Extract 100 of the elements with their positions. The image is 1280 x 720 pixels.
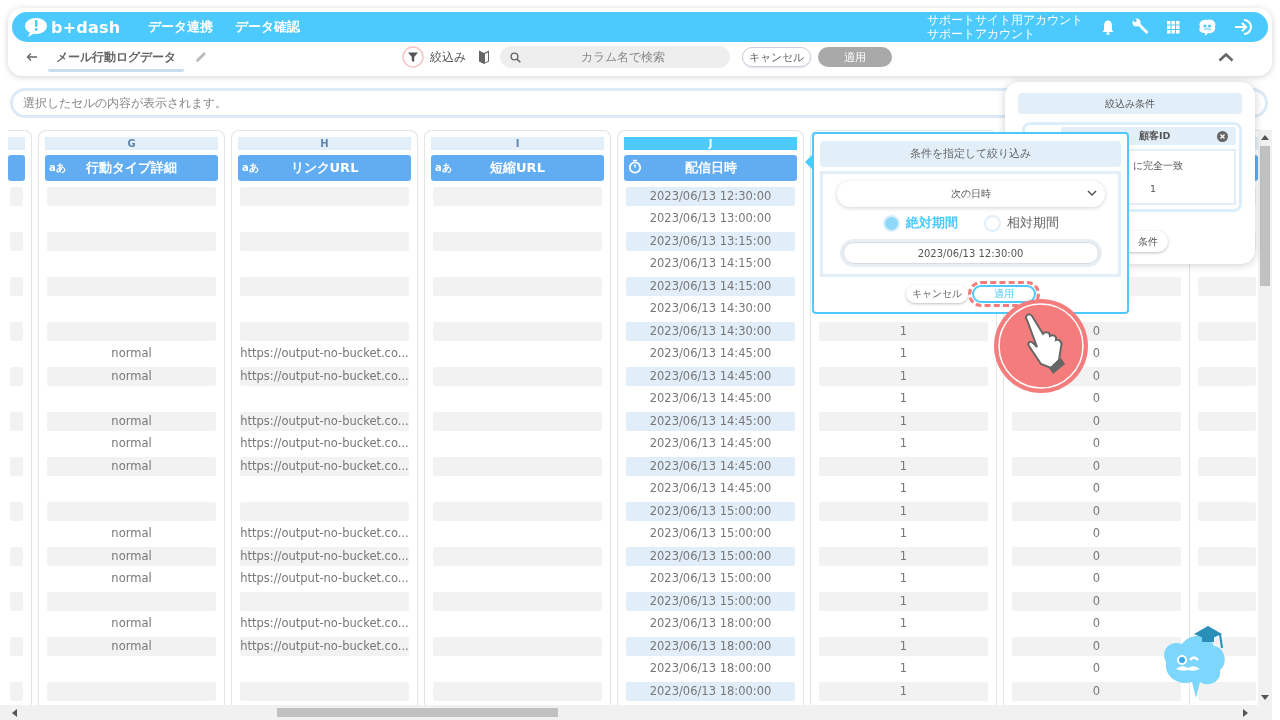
table-cell-text: 0 bbox=[1091, 480, 1102, 498]
table-cell: normal bbox=[47, 366, 216, 386]
column-header[interactable]: aあ リンクURL bbox=[238, 155, 411, 181]
data-title: メール行動ログデータ bbox=[48, 46, 184, 72]
table-cell: 1 bbox=[819, 501, 988, 521]
table-cell: 1 bbox=[819, 456, 988, 476]
column-letter[interactable]: J bbox=[624, 137, 797, 150]
table-cell-text: 2023/06/13 14:30:00 bbox=[648, 300, 773, 318]
table-cell: 1 bbox=[819, 681, 988, 701]
table-cell: 1 bbox=[819, 411, 988, 431]
table-cell: https://output-no-bucket.co... bbox=[240, 636, 409, 656]
table-cell: 2023/06/13 14:45:00 bbox=[626, 411, 795, 431]
table-cell-text: 0 bbox=[1091, 615, 1102, 633]
cancel-button[interactable]: キャンセル bbox=[742, 47, 811, 67]
table-cell: normal bbox=[47, 456, 216, 476]
operator-dropdown[interactable]: 次の日時 bbox=[836, 181, 1105, 207]
nav-link[interactable]: データ連携 bbox=[148, 18, 214, 36]
table-cell-text: 1 bbox=[898, 660, 909, 678]
column-letter[interactable]: H bbox=[238, 137, 411, 150]
table-cell-text: https://output-no-bucket.co... bbox=[240, 345, 409, 363]
nav-link[interactable]: データ確認 bbox=[235, 18, 301, 36]
table-cell: https://output-no-bucket.co... bbox=[240, 546, 409, 566]
table-cell: 0 bbox=[1012, 591, 1181, 611]
table-cell: normal bbox=[47, 636, 216, 656]
type-mark: aあ bbox=[48, 161, 67, 175]
panel-title: 絞込み条件 bbox=[1018, 93, 1242, 114]
search-field[interactable]: カラム名で検索 bbox=[500, 46, 730, 68]
table-cell-text: normal bbox=[110, 345, 153, 363]
table-cell-text: https://output-no-bucket.co... bbox=[240, 525, 409, 543]
table-cell-text: normal bbox=[110, 525, 153, 543]
account-name: サポートサイト用アカウント bbox=[927, 13, 1083, 27]
table-cell-text: 0 bbox=[1091, 660, 1102, 678]
column-header[interactable]: aあ 短縮URL bbox=[431, 155, 604, 181]
table-cell-text: 1 bbox=[898, 615, 909, 633]
table-cell-text: 0 bbox=[1091, 435, 1102, 453]
column-title: 配信日時 bbox=[683, 159, 738, 177]
column-header[interactable]: aあ 行動タイプ詳細 bbox=[45, 155, 218, 181]
table-cell-text: 2023/06/13 14:45:00 bbox=[648, 390, 773, 408]
table-cell-text: 1 bbox=[898, 390, 909, 408]
table-cell-text: normal bbox=[110, 570, 153, 588]
radio-label[interactable]: 絶対期間 bbox=[905, 214, 958, 232]
table-cell: 2023/06/13 14:30:00 bbox=[626, 321, 795, 341]
table-cell-text: 2023/06/13 14:45:00 bbox=[648, 480, 773, 498]
logo-text: b+dash bbox=[51, 17, 121, 37]
table-cell-text: normal bbox=[110, 615, 153, 633]
table-cell-text: 2023/06/13 13:00:00 bbox=[648, 210, 773, 228]
condition-match: に完全一致 bbox=[1133, 160, 1184, 173]
table-cell-text: 1 bbox=[898, 435, 909, 453]
column-letter[interactable]: G bbox=[45, 137, 218, 150]
table-cell: 2023/06/13 18:00:00 bbox=[626, 681, 795, 701]
type-mark: aあ bbox=[434, 161, 453, 175]
table-cell: 2023/06/13 15:00:00 bbox=[626, 501, 795, 521]
table-cell-text: 2023/06/13 14:15:00 bbox=[648, 255, 773, 273]
table-cell: 1 bbox=[819, 546, 988, 566]
table-cell-text: 2023/06/13 18:00:00 bbox=[648, 660, 773, 678]
column-letter[interactable]: I bbox=[431, 137, 604, 150]
column-title: リンクURL bbox=[289, 159, 360, 177]
type-mark: aあ bbox=[241, 161, 260, 175]
table-cell: 1 bbox=[819, 366, 988, 386]
condition-column: 顧客ID bbox=[1139, 129, 1217, 143]
table-cell: 0 bbox=[1012, 681, 1181, 701]
table-cell: 2023/06/13 18:00:00 bbox=[626, 636, 795, 656]
column-title: 行動タイプ詳細 bbox=[85, 159, 178, 177]
table-cell-text: 2023/06/13 14:45:00 bbox=[648, 435, 773, 453]
table-cell: normal bbox=[47, 546, 216, 566]
table-cell: 2023/06/13 13:15:00 bbox=[626, 231, 795, 251]
table-cell-text: 2023/06/13 15:00:00 bbox=[648, 570, 773, 588]
table-cell: 2023/06/13 14:15:00 bbox=[626, 276, 795, 296]
table-cell-text: https://output-no-bucket.co... bbox=[240, 615, 409, 633]
date-field[interactable]: 2023/06/13 12:30:00 bbox=[842, 242, 1099, 264]
table-cell-text: 0 bbox=[1091, 345, 1102, 363]
table-cell: 2023/06/13 14:45:00 bbox=[626, 456, 795, 476]
cancel-button[interactable]: キャンセル bbox=[905, 285, 968, 303]
table-cell: 2023/06/13 14:45:00 bbox=[626, 366, 795, 386]
table-cell: 1 bbox=[819, 321, 988, 341]
table-cell: 2023/06/13 12:30:00 bbox=[626, 186, 795, 206]
table-cell: 2023/06/13 15:00:00 bbox=[626, 546, 795, 566]
table-cell-text: 1 bbox=[898, 480, 909, 498]
table-cell: normal bbox=[47, 411, 216, 431]
table-cell-text: 2023/06/13 14:45:00 bbox=[648, 345, 773, 363]
table-cell: https://output-no-bucket.co... bbox=[240, 411, 409, 431]
table-cell: 1 bbox=[819, 636, 988, 656]
condition-value: 1 bbox=[1149, 183, 1158, 194]
table-cell: https://output-no-bucket.co... bbox=[240, 366, 409, 386]
column-header[interactable]: 配信日時 bbox=[624, 155, 797, 181]
table-cell-text: 0 bbox=[1091, 390, 1102, 408]
table-cell-text: 2023/06/13 15:00:00 bbox=[648, 525, 773, 543]
table-cell-text: normal bbox=[110, 435, 153, 453]
table-cell-text: 0 bbox=[1091, 525, 1102, 543]
table-cell-text: 1 bbox=[898, 525, 909, 543]
table-cell: 0 bbox=[1012, 546, 1181, 566]
filter-label: 絞込み bbox=[430, 48, 466, 66]
table-cell-text: https://output-no-bucket.co... bbox=[240, 435, 409, 453]
account-name: サポートアカウント bbox=[927, 27, 1036, 41]
table-cell: 2023/06/13 15:00:00 bbox=[626, 591, 795, 611]
table-cell-text: 2023/06/13 18:00:00 bbox=[648, 615, 773, 633]
table-cell-text: 1 bbox=[898, 345, 909, 363]
table-cell: 0 bbox=[1012, 456, 1181, 476]
radio-label[interactable]: 相対期間 bbox=[1006, 214, 1059, 232]
popover-title: 条件を指定して絞り込み bbox=[820, 141, 1121, 167]
